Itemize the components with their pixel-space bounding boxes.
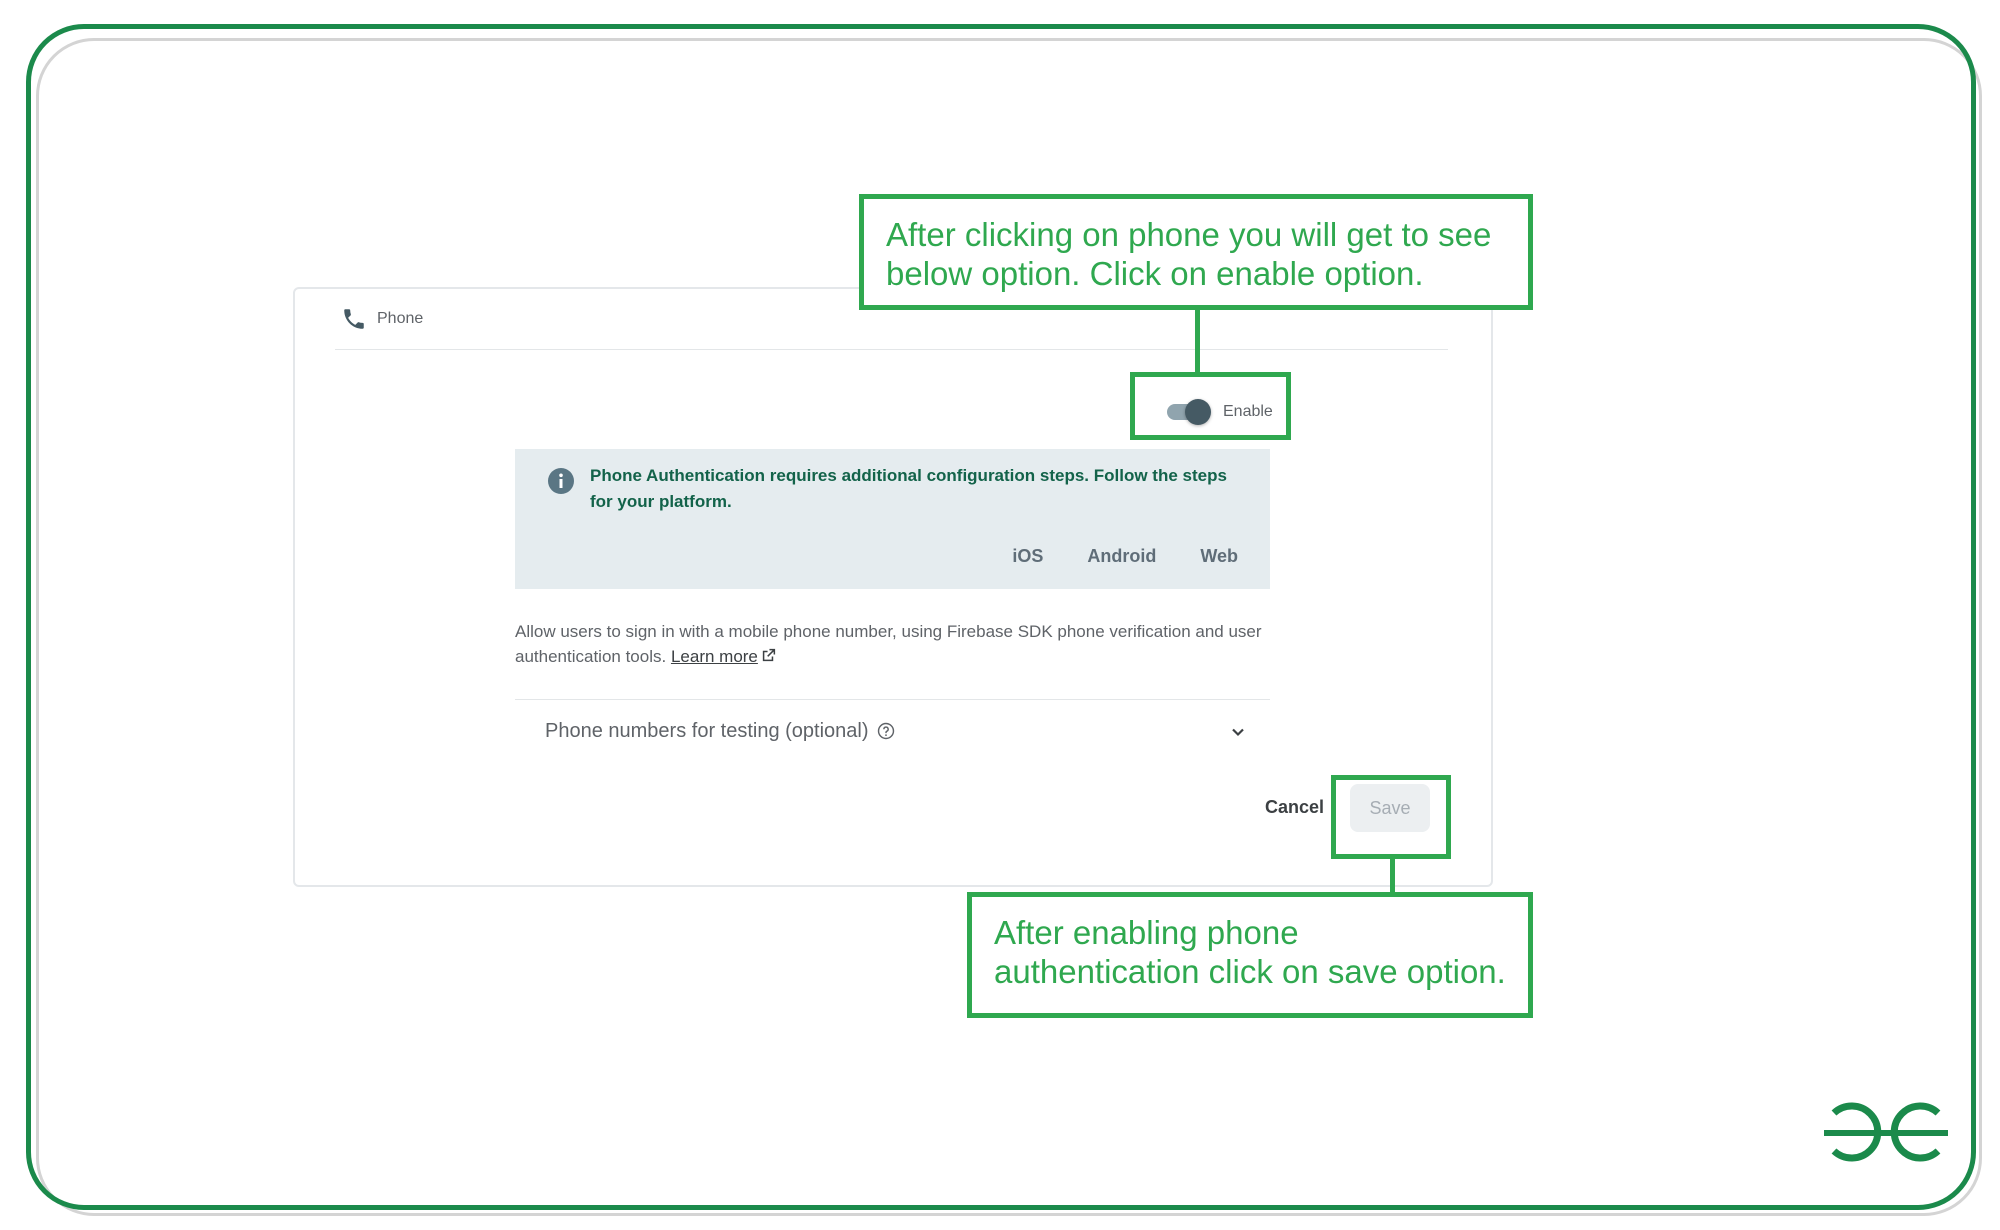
platform-link-android[interactable]: Android <box>1087 546 1156 567</box>
phone-icon <box>341 306 367 332</box>
chevron-down-icon[interactable] <box>1228 722 1248 742</box>
callout-connector-top <box>1195 308 1200 374</box>
description-text: Allow users to sign in with a mobile pho… <box>515 622 1262 666</box>
testing-numbers-expander[interactable]: Phone numbers for testing (optional) <box>515 699 1270 762</box>
annotation-enable: After clicking on phone you will get to … <box>859 194 1533 310</box>
provider-title: Phone <box>377 310 424 327</box>
platform-link-web[interactable]: Web <box>1200 546 1238 567</box>
info-banner: Phone Authentication requires additional… <box>515 449 1270 589</box>
external-link-icon[interactable] <box>760 646 777 663</box>
platform-links: iOS Android Web <box>1012 546 1238 567</box>
enable-highlight-box <box>1130 372 1291 440</box>
cancel-button[interactable]: Cancel <box>1265 797 1324 818</box>
save-highlight-box <box>1331 775 1451 859</box>
description: Allow users to sign in with a mobile pho… <box>515 619 1285 669</box>
platform-link-ios[interactable]: iOS <box>1012 546 1043 567</box>
learn-more-link[interactable]: Learn more <box>671 647 758 666</box>
gfg-logo <box>1820 1095 1952 1170</box>
annotation-save: After enabling phone authentication clic… <box>967 892 1533 1018</box>
info-icon <box>547 467 575 495</box>
help-icon[interactable] <box>877 722 895 740</box>
phone-provider-card: Phone Enable Phone Authentication requir… <box>293 287 1493 887</box>
callout-connector-bottom <box>1390 857 1395 894</box>
testing-numbers-label: Phone numbers for testing (optional) <box>545 719 869 742</box>
info-text: Phone Authentication requires additional… <box>590 466 1227 511</box>
